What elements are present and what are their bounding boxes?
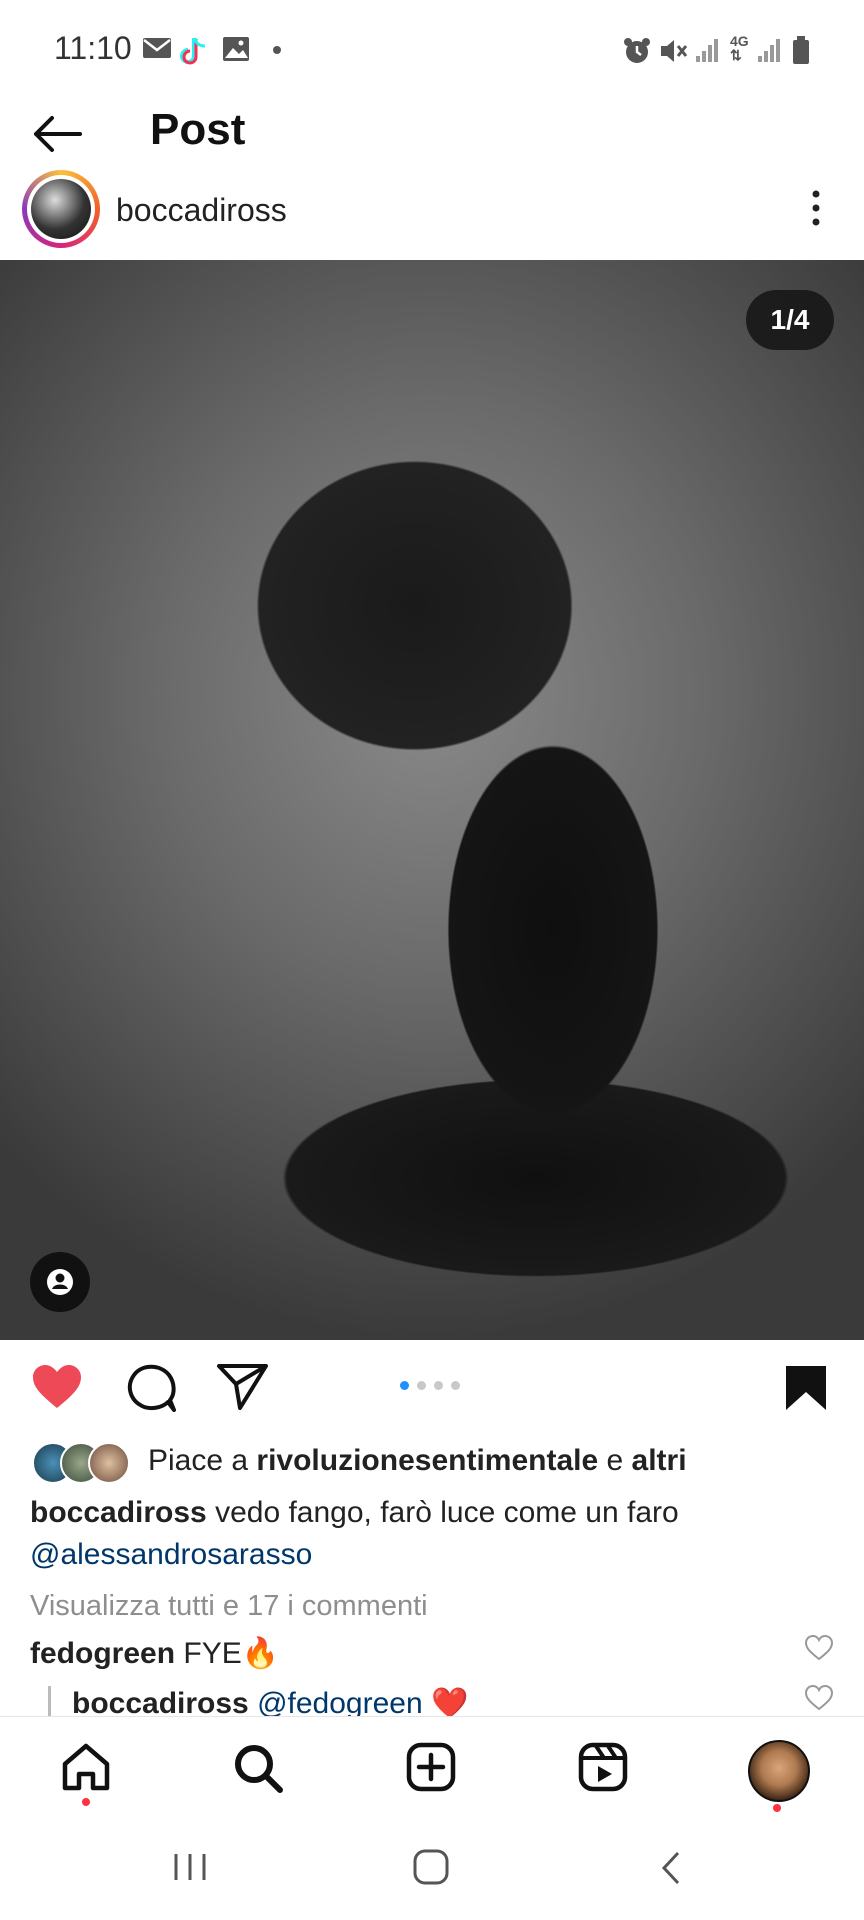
- battery-icon: [793, 36, 809, 64]
- status-time: 11:10: [54, 30, 132, 66]
- save-bookmark-icon[interactable]: [782, 1362, 830, 1414]
- post-caption: boccadiross vedo fango, farò luce come u…: [30, 1496, 679, 1530]
- search-icon[interactable]: [232, 1742, 286, 1794]
- view-all-comments-link[interactable]: Visualizza tutti e 17 i commenti: [30, 1590, 428, 1623]
- recents-icon[interactable]: [172, 1850, 208, 1884]
- avatar: [88, 1442, 130, 1484]
- comment-username[interactable]: fedogreen: [30, 1637, 175, 1670]
- mute-icon: [661, 40, 688, 62]
- image-counter: 1/4: [746, 290, 834, 350]
- caption-mention[interactable]: @alessandrosarasso: [30, 1538, 312, 1572]
- likes-others[interactable]: altri: [632, 1444, 687, 1477]
- person-icon: [47, 1269, 73, 1295]
- likes-summary[interactable]: Piace a rivoluzionesentimentale e altri: [148, 1444, 687, 1478]
- liked-by-avatars[interactable]: [32, 1442, 132, 1484]
- alarm-icon: [624, 38, 650, 63]
- carousel-dot: [434, 1381, 443, 1390]
- signal-icon-2: [758, 39, 780, 62]
- notification-dot-icon: [273, 46, 281, 54]
- tagged-users-button[interactable]: [30, 1252, 90, 1312]
- comment-icon[interactable]: [124, 1362, 178, 1414]
- signal-icon: [696, 39, 718, 62]
- post-author-avatar[interactable]: [22, 170, 100, 248]
- home-notification-dot: [82, 1798, 90, 1806]
- more-options-icon[interactable]: [808, 188, 824, 228]
- caption-username[interactable]: boccadiross: [30, 1496, 207, 1529]
- post-username[interactable]: boccadiross: [116, 192, 287, 229]
- reels-icon[interactable]: [578, 1742, 628, 1792]
- home-button-icon[interactable]: [412, 1848, 450, 1886]
- page-title: Post: [150, 105, 246, 154]
- create-icon[interactable]: [406, 1742, 456, 1792]
- home-icon[interactable]: [60, 1742, 112, 1792]
- comment-like-icon[interactable]: [804, 1684, 834, 1712]
- profile-avatar[interactable]: [748, 1740, 810, 1802]
- comment-text: FYE🔥: [175, 1637, 280, 1670]
- tiktok-icon: [180, 37, 206, 65]
- mail-icon: [143, 38, 171, 58]
- like-heart-icon[interactable]: [30, 1362, 84, 1412]
- carousel-dot: [451, 1381, 460, 1390]
- carousel-dot: [417, 1381, 426, 1390]
- back-icon[interactable]: [658, 1850, 684, 1886]
- profile-notification-dot: [773, 1804, 781, 1812]
- 4g-icon: 4G ⇅: [730, 33, 749, 63]
- carousel-indicator: [400, 1381, 460, 1390]
- caption-text: vedo fango, farò luce come un faro: [206, 1496, 679, 1529]
- liked-by-username[interactable]: rivoluzionesentimentale: [256, 1444, 598, 1477]
- post-image[interactable]: [0, 260, 864, 1340]
- share-icon[interactable]: [216, 1362, 270, 1412]
- comment: fedogreen FYE🔥: [30, 1636, 279, 1671]
- carousel-dot: [400, 1381, 409, 1390]
- comment-like-icon[interactable]: [804, 1634, 834, 1662]
- likes-prefix: Piace a: [148, 1444, 257, 1477]
- likes-connector: e: [598, 1444, 632, 1477]
- gallery-icon: [223, 37, 249, 61]
- back-arrow-icon[interactable]: [32, 114, 84, 154]
